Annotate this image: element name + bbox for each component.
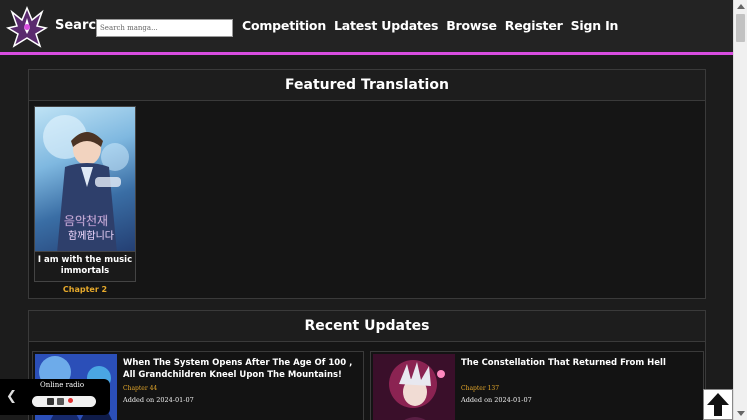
nav-register[interactable]: Register [505, 18, 563, 33]
nav-latest-updates[interactable]: Latest Updates [334, 18, 438, 33]
arrow-up-icon [707, 393, 729, 416]
update-chapter[interactable]: Chapter 137 [461, 385, 499, 392]
online-radio-widget: ❮ Online radio [0, 379, 110, 415]
update-date: Added on 2024-01-07 [461, 396, 532, 404]
featured-card-chapter[interactable]: Chapter 2 [34, 285, 136, 294]
stop-icon[interactable] [57, 398, 64, 405]
svg-text:함께합니다: 함께합니다 [68, 230, 114, 242]
svg-text:음악천재: 음악천재 [64, 213, 108, 228]
radio-player[interactable] [32, 396, 96, 407]
recent-update-item[interactable]: The Constellation That Returned From Hel… [370, 351, 704, 420]
nav-sign-in[interactable]: Sign In [571, 18, 619, 33]
main-nav: Competition Latest Updates Browse Regist… [242, 18, 618, 33]
search-input[interactable]: Search manga... [96, 19, 233, 37]
back-to-top-button[interactable] [703, 389, 733, 420]
scroll-up-arrow-icon[interactable] [737, 4, 745, 9]
update-date: Added on 2024-01-07 [123, 396, 194, 404]
nav-browse[interactable]: Browse [446, 18, 497, 33]
chevron-left-icon[interactable]: ❮ [6, 389, 17, 404]
live-indicator-icon [68, 398, 73, 403]
recent-title: Recent Updates [29, 311, 705, 342]
page-scrollbar[interactable] [733, 0, 747, 420]
nav-competition[interactable]: Competition [242, 18, 326, 33]
radio-label: Online radio [40, 381, 85, 389]
featured-title: Featured Translation [29, 70, 705, 101]
recent-panel: Recent Updates When The System Opens Aft… [28, 310, 706, 420]
update-cover-image[interactable] [373, 354, 455, 420]
featured-card-title[interactable]: I am with the music immortals [34, 252, 136, 282]
scroll-thumb[interactable] [736, 14, 745, 42]
featured-panel: Featured Translation 음악천재 함께합니다 I am wit… [28, 69, 706, 299]
site-header: Search Search manga... Competition Lates… [0, 0, 733, 55]
featured-card[interactable]: 음악천재 함께합니다 I am with the music immortals… [34, 106, 136, 294]
play-icon[interactable] [47, 398, 54, 405]
update-chapter[interactable]: Chapter 44 [123, 385, 157, 392]
scroll-down-arrow-icon[interactable] [737, 411, 745, 416]
manga-cover-image[interactable]: 음악천재 함께합니다 [34, 106, 136, 252]
update-title[interactable]: The Constellation That Returned From Hel… [461, 357, 696, 369]
update-title[interactable]: When The System Opens After The Age Of 1… [123, 357, 358, 381]
site-logo-icon[interactable] [6, 4, 48, 50]
